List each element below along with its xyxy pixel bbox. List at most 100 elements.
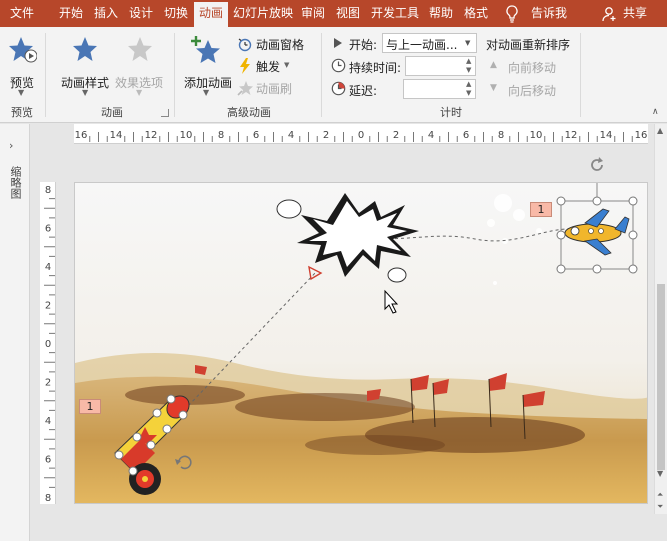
tab-format[interactable]: 格式: [459, 0, 493, 27]
preview-dropdown-arrow: ▼: [18, 88, 25, 97]
vertical-ruler-ticks: 8 6 4 2 0 2 4 6 8: [44, 185, 55, 504]
move-earlier-label: 向前移动: [508, 61, 557, 75]
next-slide-icon[interactable]: ⏷: [657, 502, 663, 512]
dialog-launcher-icon[interactable]: [161, 109, 169, 117]
delay-stepper[interactable]: ▲ ▼: [403, 79, 476, 99]
effect-options-button[interactable]: 效果选项 ▼: [114, 33, 166, 99]
ruler-label: 6: [253, 130, 259, 141]
ruler-label: 16: [75, 130, 88, 141]
animation-pane-button[interactable]: 动画窗格: [237, 35, 313, 53]
animation-styles-button[interactable]: 动画样式 ▼: [58, 33, 114, 99]
start-chevron-down-icon: ▼: [465, 39, 471, 47]
group-label-animation: 动画: [101, 106, 123, 119]
ruler-label: 8: [45, 493, 51, 504]
ruler-label: 14: [600, 130, 613, 141]
ruler-label: 12: [565, 130, 578, 141]
ruler-label: 0: [45, 339, 51, 350]
duration-stepper[interactable]: ▲ ▼: [405, 56, 476, 76]
effects-dropdown-arrow: ▼: [136, 88, 143, 97]
delay-down-icon[interactable]: ▼: [466, 89, 471, 97]
animation-painter-label: 动画刷: [256, 82, 293, 96]
tab-help[interactable]: 帮助: [424, 0, 458, 27]
tab-transitions[interactable]: 切换: [158, 0, 194, 27]
slide-canvas[interactable]: 1 1: [74, 182, 648, 504]
ruler-label: 2: [45, 301, 51, 312]
ruler-label: 8: [218, 130, 224, 141]
ruler-label: 4: [428, 130, 434, 141]
trigger-label: 触发: [256, 60, 281, 74]
lightbulb-icon[interactable]: [505, 5, 519, 23]
duration-down-icon[interactable]: ▼: [466, 66, 471, 74]
scrollbar-thumb[interactable]: [657, 284, 665, 470]
tab-file[interactable]: 文件: [4, 0, 40, 27]
ruler-label: 12: [145, 130, 158, 141]
add-star-icon: [191, 36, 220, 63]
start-play-icon: [334, 38, 342, 48]
scroll-up-icon[interactable]: ▲: [657, 126, 663, 135]
tab-design[interactable]: 设计: [123, 0, 159, 27]
ruler-label: 4: [45, 416, 51, 427]
group-separator: [580, 33, 581, 117]
ruler-label: 2: [393, 130, 399, 141]
add-animation-button[interactable]: 添加动画 ▼: [182, 33, 232, 99]
preview-button[interactable]: 预览 ▼: [4, 33, 40, 97]
ribbon-tab-bar: 文件 开始 插入 设计 切换 动画 幻灯片放映 审阅 视图 开发工具 帮助 格式…: [0, 0, 667, 27]
horizontal-ruler: 16 14 12 10 8 6 4 2 0 2 4 6 8 10 12 14 16: [74, 124, 648, 144]
group-label-advanced: 高级动画: [227, 106, 271, 119]
clock-icon: [331, 58, 346, 73]
styles-dropdown-arrow: ▼: [82, 88, 89, 97]
tab-home[interactable]: 开始: [53, 0, 89, 27]
group-label-preview: 预览: [11, 106, 33, 119]
ruler-label: 14: [110, 130, 123, 141]
ruler-label: 6: [45, 224, 51, 235]
rotate-handle-icon[interactable]: [586, 154, 608, 176]
horizontal-ruler-ticks: 16 14 12 10 8 6 4 2 0 2 4 6 8 10 12 14 16: [75, 130, 647, 142]
tab-developer[interactable]: 开发工具: [366, 0, 424, 27]
ruler-label: 4: [288, 130, 294, 141]
tell-me-search[interactable]: 告诉我: [526, 0, 572, 27]
start-label: 开始:: [349, 38, 378, 52]
ruler-label: 8: [498, 130, 504, 141]
ruler-label: 4: [45, 262, 51, 273]
add-dropdown-arrow: ▼: [203, 88, 210, 97]
start-select[interactable]: 与上一动画... ▼: [382, 33, 477, 53]
duration-label: 持续时间:: [349, 61, 402, 75]
user-icon[interactable]: [602, 6, 618, 22]
tab-slideshow[interactable]: 幻灯片放映: [230, 0, 296, 27]
move-earlier-button[interactable]: ▲ 向前移动: [490, 59, 570, 75]
thumbnail-pane-collapsed: › 缩略图: [0, 124, 30, 541]
share-button[interactable]: 共享: [620, 0, 650, 27]
duration-up-icon[interactable]: ▲: [466, 57, 471, 65]
star-play-icon: [9, 37, 37, 63]
up-arrow-icon: ▲: [490, 60, 497, 70]
move-later-button[interactable]: ▼ 向后移动: [490, 82, 570, 98]
animation-order-tag[interactable]: 1: [79, 399, 101, 414]
trigger-button[interactable]: 触发 ▼: [237, 57, 297, 75]
animation-painter-button[interactable]: 动画刷: [237, 79, 303, 97]
group-separator: [174, 33, 175, 117]
expand-chevron-icon[interactable]: ›: [9, 139, 13, 152]
ruler-label: 6: [45, 455, 51, 466]
ruler-label: 6: [463, 130, 469, 141]
scroll-down-icon[interactable]: ▼: [657, 469, 663, 478]
animation-order-tag[interactable]: 1: [530, 202, 552, 217]
animations-ribbon: 预览 ▼ 预览 动画样式 ▼ 效果选项 ▼ 动画 添加动画 ▼ 动画窗格 触发 …: [0, 27, 667, 123]
thumbnails-label[interactable]: 缩略图: [8, 166, 22, 199]
vertical-scrollbar[interactable]: ▲ ▼ ⏶ ⏷: [654, 124, 667, 514]
tab-view[interactable]: 视图: [331, 0, 365, 27]
delay-clock-icon: [331, 81, 346, 96]
ruler-label: 0: [358, 130, 364, 141]
tab-insert[interactable]: 插入: [88, 0, 124, 27]
tab-animations[interactable]: 动画: [194, 2, 228, 27]
ruler-label: 10: [530, 130, 543, 141]
animation-pane-icon: [238, 38, 252, 52]
tab-review[interactable]: 审阅: [296, 0, 330, 27]
lightning-icon: [240, 58, 250, 74]
delay-label: 延迟:: [349, 84, 378, 98]
collapse-ribbon-icon[interactable]: ∧: [652, 107, 659, 117]
vertical-ruler: 8 6 4 2 0 2 4 6 8: [40, 182, 56, 504]
previous-slide-icon[interactable]: ⏶: [657, 490, 663, 500]
star-icon: [73, 37, 97, 61]
animation-pane-label: 动画窗格: [256, 38, 305, 52]
delay-up-icon[interactable]: ▲: [466, 80, 471, 88]
